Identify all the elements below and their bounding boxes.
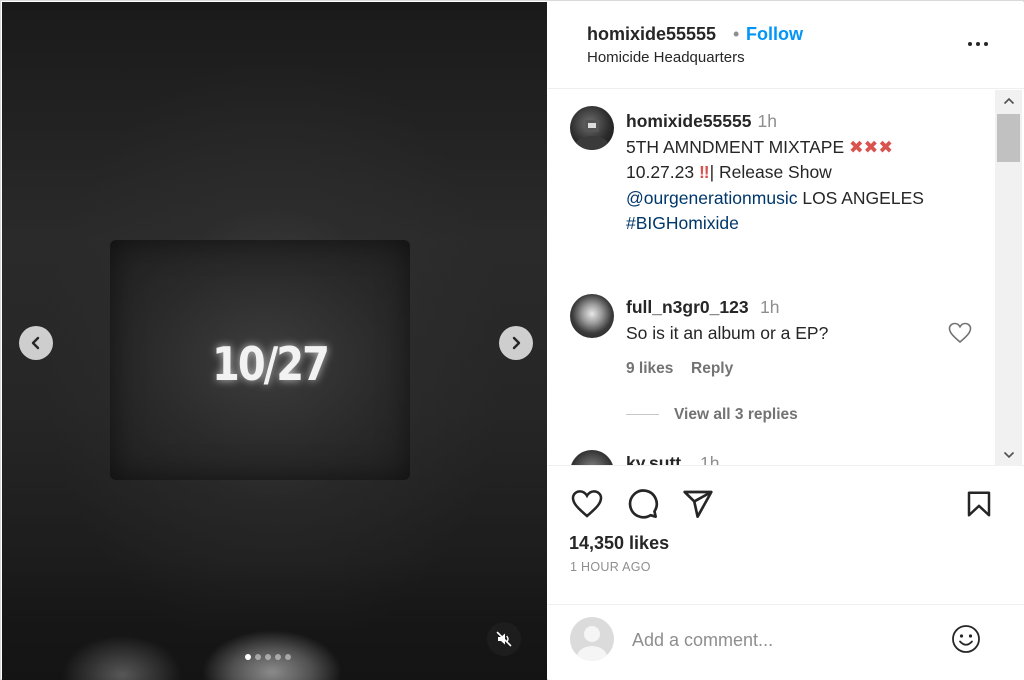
cross-mark-emoji: ✖✖✖	[849, 136, 893, 157]
mute-toggle-button[interactable]	[487, 622, 521, 656]
header-location[interactable]: Homicide Headquarters	[587, 49, 745, 66]
carousel-dot	[285, 654, 291, 660]
comment-avatar[interactable]	[570, 294, 614, 338]
post-actions	[548, 467, 1024, 527]
smiley-icon	[952, 625, 980, 653]
post-media[interactable]: 10/27	[2, 2, 547, 680]
chevron-right-icon	[512, 336, 521, 350]
caption-avatar[interactable]	[570, 106, 614, 150]
comment-time: 1h	[700, 453, 720, 466]
speaker-muted-icon	[496, 631, 512, 647]
carousel-dot	[265, 654, 271, 660]
caption-line2-tail: | Release Show	[709, 162, 832, 182]
header-separator: •	[733, 24, 740, 44]
comment-input[interactable]	[632, 627, 932, 653]
scroll-down-button[interactable]	[995, 444, 1022, 466]
more-options-button[interactable]	[964, 36, 992, 52]
post-sidebar: homixide55555 • Follow Homicide Headquar…	[548, 2, 1024, 680]
post-time-ago: 1 HOUR AGO	[570, 560, 651, 574]
comment-like-button[interactable]	[948, 322, 972, 344]
heart-icon	[571, 490, 603, 518]
default-avatar-icon	[577, 626, 607, 661]
hashtag-link[interactable]: #BIGHomixide	[626, 213, 739, 233]
caption-line2: 10.27.23	[626, 162, 699, 182]
caption-username[interactable]: homixide55555	[626, 111, 751, 131]
carousel-dots	[245, 654, 291, 660]
comment-username[interactable]: ky.sutt	[626, 453, 681, 465]
current-user-avatar	[570, 617, 614, 661]
bookmark-icon	[967, 491, 991, 517]
carousel-prev-button[interactable]	[19, 326, 53, 360]
replies-divider	[626, 414, 659, 415]
caption-text: homixide55555 1h 5TH AMNDMENT MIXTAPE ✖✖✖…	[626, 109, 966, 237]
carousel-dot	[255, 654, 261, 660]
chevron-left-icon	[31, 336, 40, 350]
post-dialog: 10/27 homixide55555 • Follow Homicide He…	[0, 0, 1024, 680]
emoji-picker-button[interactable]	[950, 623, 982, 655]
chevron-down-icon	[1003, 451, 1014, 459]
post-header: homixide55555 • Follow Homicide Headquar…	[548, 2, 1024, 89]
media-overlay-text: 10/27	[212, 338, 330, 392]
comment-button[interactable]	[626, 487, 660, 521]
carousel-dot	[275, 654, 281, 660]
mention-link[interactable]: @ourgenerationmusic	[626, 188, 797, 208]
carousel-dot	[245, 654, 251, 660]
more-dot	[984, 42, 988, 46]
double-exclamation-emoji: ‼	[698, 162, 710, 182]
caption-time: 1h	[757, 111, 777, 131]
scroll-up-button[interactable]	[995, 90, 1022, 112]
save-button[interactable]	[962, 487, 996, 521]
more-dot	[976, 42, 980, 46]
media-light-blob	[62, 635, 182, 680]
chevron-up-icon	[1003, 97, 1014, 105]
more-dot	[968, 42, 972, 46]
comments-scrollbar[interactable]	[995, 90, 1022, 466]
likes-count[interactable]: 14,350 likes	[569, 533, 669, 554]
comment-bubble-icon	[628, 489, 659, 519]
like-button[interactable]	[570, 487, 604, 521]
comment-likes[interactable]: 9 likes	[626, 360, 673, 378]
comment-reply-button[interactable]: Reply	[691, 360, 733, 378]
header-username[interactable]: homixide55555	[587, 24, 716, 45]
share-button[interactable]	[681, 487, 715, 521]
comment-text: So is it an album or a EP?	[626, 323, 829, 343]
comment-username[interactable]: full_n3gr0_123	[626, 297, 749, 318]
comment-avatar[interactable]	[570, 450, 614, 465]
caption-line3-tail: LOS ANGELES	[797, 187, 924, 208]
paper-plane-icon	[683, 490, 713, 518]
scroll-thumb[interactable]	[997, 114, 1020, 162]
comment-composer	[548, 604, 1024, 680]
heart-icon	[948, 322, 972, 344]
carousel-next-button[interactable]	[499, 326, 533, 360]
caption-line1: 5TH AMNDMENT MIXTAPE	[626, 136, 849, 157]
view-replies-button[interactable]: View all 3 replies	[674, 406, 798, 424]
comment-time: 1h	[760, 297, 780, 317]
comments-section: homixide55555 1h 5TH AMNDMENT MIXTAPE ✖✖✖…	[548, 90, 1024, 466]
follow-button[interactable]: Follow	[746, 24, 803, 45]
avatar-image	[576, 120, 608, 150]
